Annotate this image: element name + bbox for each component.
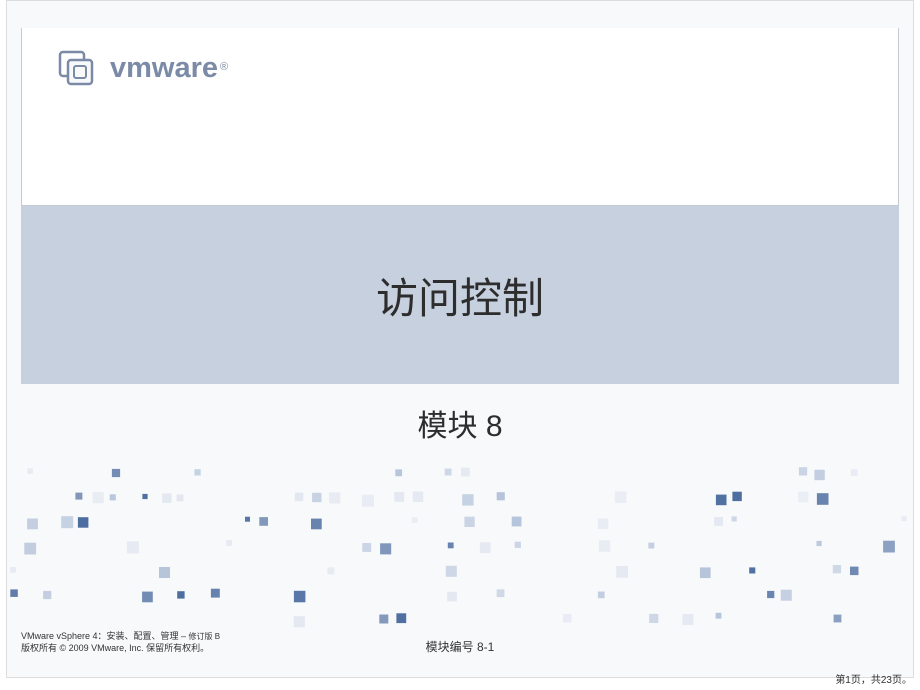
slide-container: vmware® 访问控制 模块 8 VMware vSphere 4：安装、配置…: [6, 0, 914, 678]
title-band: 访问控制: [21, 206, 899, 384]
slide-subtitle: 模块 8: [7, 401, 913, 445]
footer-line-1: VMware vSphere 4：安装、配置、管理 – 修订版 B: [21, 630, 220, 643]
trademark-symbol: ®: [220, 61, 228, 73]
module-number: 模块编号 8-1: [426, 638, 495, 655]
page-indicator: 第1页，共23页。: [835, 671, 912, 686]
brand-name-text: vmware: [110, 52, 218, 84]
footer-line-1-prefix: VMware vSphere 4：安装、配置、管理 –: [21, 631, 189, 641]
vmware-boxes-icon: [54, 46, 98, 90]
subtitle-area: 模块 8: [7, 401, 913, 445]
brand-logo: vmware®: [54, 46, 228, 90]
footer-line-1-suffix: 修订版 B: [189, 632, 221, 641]
footer-line-2: 版权所有 © 2009 VMware, Inc. 保留所有权利。: [21, 642, 220, 655]
brand-name: vmware®: [110, 52, 228, 85]
header-band: vmware®: [21, 28, 899, 206]
footer-copyright: VMware vSphere 4：安装、配置、管理 – 修订版 B 版权所有 ©…: [21, 630, 220, 655]
decorative-dots-pattern: [7, 467, 913, 637]
slide-title: 访问控制: [376, 265, 544, 326]
